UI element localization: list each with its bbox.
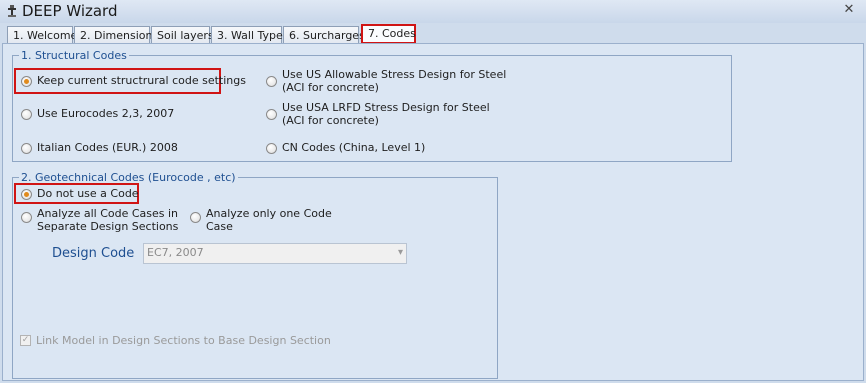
tab-welcome[interactable]: 1. Welcome bbox=[7, 26, 77, 44]
close-icon[interactable]: ✕ bbox=[842, 3, 856, 17]
radio-dot bbox=[21, 143, 32, 154]
design-code-select[interactable]: EC7, 2007 ▾ bbox=[143, 243, 407, 264]
radio-dot bbox=[266, 109, 277, 120]
tab-strip: 1. Welcome 2. Dimensions Soil layers 3. … bbox=[0, 23, 866, 44]
structural-codes-legend: 1. Structural Codes bbox=[21, 49, 127, 62]
tab-codes[interactable]: 7. Codes bbox=[361, 24, 416, 44]
app-icon bbox=[8, 5, 16, 17]
radio-dot bbox=[190, 212, 201, 223]
radio-dot bbox=[21, 109, 32, 120]
title-bar: DEEP Wizard ✕ bbox=[0, 0, 866, 23]
design-code-label: Design Code bbox=[52, 246, 135, 261]
radio-dot bbox=[21, 189, 32, 200]
checkbox-box: ✓ bbox=[20, 335, 31, 346]
design-code-value: EC7, 2007 bbox=[147, 246, 204, 259]
radio-dot bbox=[21, 76, 32, 87]
chevron-down-icon: ▾ bbox=[397, 247, 403, 258]
radio-dot bbox=[266, 143, 277, 154]
tab-dimensions[interactable]: 2. Dimensions bbox=[74, 26, 158, 44]
tab-surcharges[interactable]: 6. Surcharges bbox=[283, 26, 365, 44]
radio-dot bbox=[21, 212, 32, 223]
window-title: DEEP Wizard bbox=[22, 2, 118, 20]
tab-soil-layers[interactable]: Soil layers bbox=[151, 26, 214, 44]
radio-dot bbox=[266, 76, 277, 87]
tab-wall-type[interactable]: 3. Wall Type bbox=[211, 26, 283, 44]
